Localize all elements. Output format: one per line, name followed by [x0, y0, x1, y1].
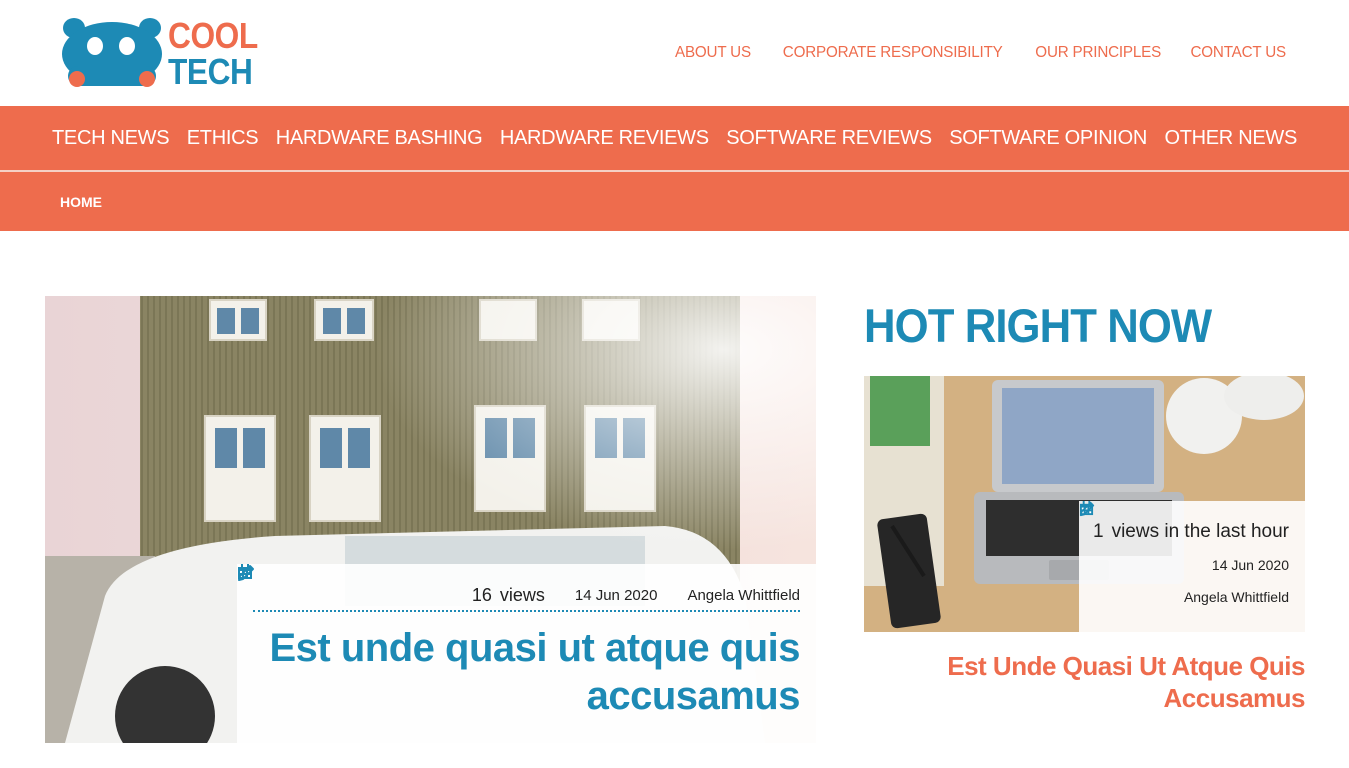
- hot-author[interactable]: Angela Whittfield: [1079, 501, 1289, 605]
- featured-author[interactable]: Angela Whittfield: [238, 565, 800, 604]
- topnav-about-us[interactable]: ABOUT US: [675, 44, 751, 62]
- nav-hardware-reviews[interactable]: HARDWARE REVIEWS: [500, 127, 709, 150]
- featured-views: 16 views: [471, 584, 545, 605]
- featured-article-meta: 16 views 14 Jun 2020 Angela Whittfield: [238, 564, 800, 612]
- nav-hardware-bashing[interactable]: HARDWARE BASHING: [276, 127, 483, 150]
- hot-views: 1 views in the last hour: [1093, 521, 1289, 542]
- featured-article-title[interactable]: Est unde quasi ut atque quis accusamus: [253, 624, 801, 720]
- nav-other-news[interactable]: OTHER NEWS: [1164, 127, 1297, 150]
- hot-right-now-heading: HOT RIGHT NOW: [864, 299, 1212, 352]
- nav-software-reviews[interactable]: SOFTWARE REVIEWS: [726, 127, 932, 150]
- pencil-icon: [238, 565, 254, 581]
- hot-article-card: 1 views in the last hour 14 Jun 2020 Ange…: [1079, 501, 1305, 632]
- nav-tech-news[interactable]: TECH NEWS: [52, 127, 170, 150]
- nav-software-opinion[interactable]: SOFTWARE OPINION: [949, 127, 1147, 150]
- topnav-corporate-responsibility[interactable]: CORPORATE RESPONSIBILITY: [783, 44, 1003, 62]
- featured-date: 14 Jun 2020: [238, 564, 657, 604]
- topnav-our-principles[interactable]: OUR PRINCIPLES: [1035, 44, 1161, 62]
- hot-article-title[interactable]: Est Unde Quasi Ut Atque Quis Accusamus: [864, 650, 1305, 714]
- topnav-contact-us[interactable]: CONTACT US: [1191, 44, 1287, 62]
- pencil-icon: [1079, 501, 1095, 517]
- featured-article-card: 16 views 14 Jun 2020 Angela Whittfield Es…: [237, 564, 816, 743]
- site-header: COOL TECH ABOUT US CORPORATE RESPONSIBIL…: [0, 0, 1349, 106]
- main-nav: TECH NEWS ETHICS HARDWARE BASHING HARDWA…: [0, 106, 1349, 170]
- nav-ethics[interactable]: ETHICS: [187, 127, 259, 150]
- hot-date: 14 Jun 2020: [1079, 501, 1289, 573]
- robot-logo-icon: [62, 18, 162, 87]
- breadcrumb-home[interactable]: HOME: [60, 194, 102, 210]
- breadcrumb: HOME: [0, 172, 1349, 231]
- hot-article[interactable]: 1 views in the last hour 14 Jun 2020 Ange…: [864, 376, 1305, 632]
- logo-wordmark: COOL TECH: [168, 15, 258, 92]
- top-nav: ABOUT US CORPORATE RESPONSIBILITY OUR PR…: [673, 44, 1289, 62]
- featured-article[interactable]: 16 views 14 Jun 2020 Angela Whittfield Es…: [45, 296, 816, 743]
